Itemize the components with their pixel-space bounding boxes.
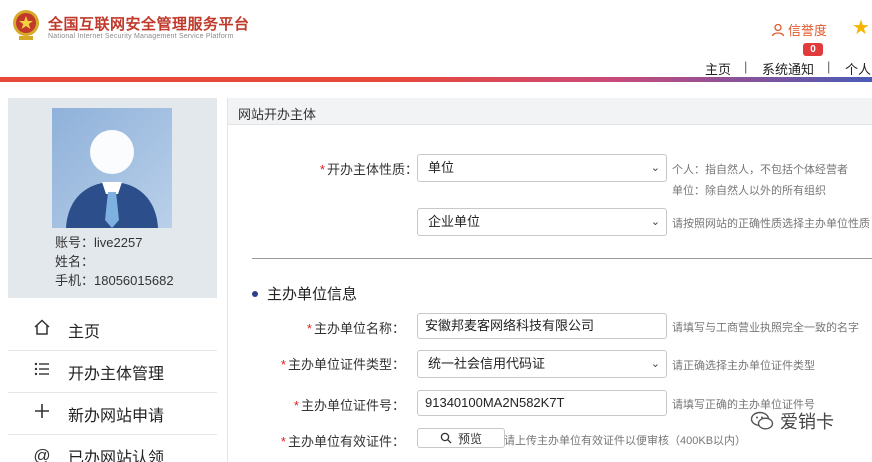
required-mark: * (280, 434, 286, 449)
org-name-label: * 主办单位名称： (306, 321, 405, 336)
nav-separator: | (744, 59, 748, 74)
sidebar-item-subject-management[interactable]: 开办主体管理 (8, 351, 217, 393)
nature-select[interactable]: 单位 ⌄ (417, 154, 667, 182)
phone-label: 手机： (55, 273, 95, 288)
credit-label: 信誉度 (788, 23, 828, 38)
profile-card: 账号：live2257 姓名： 手机：18056015682 (8, 98, 217, 298)
cert-no-label: * 主办单位证件号： (293, 398, 405, 413)
at-icon: @ (33, 445, 51, 462)
watermark: 爱销卡 (750, 408, 834, 434)
sidebar-item-label: 开办主体管理 (68, 365, 165, 383)
cert-valid-hint: 请上传主办单位有效证件以便审核（400KB以内） (504, 435, 747, 447)
nav-profile[interactable]: 个人中心 (845, 59, 872, 78)
nature-label: * 开办主体性质： (319, 162, 418, 177)
search-icon (440, 432, 452, 444)
nav-notifications[interactable]: 系统通知 (762, 59, 814, 78)
unit-type-select[interactable]: 企业单位 ⌄ (417, 208, 667, 236)
sidebar-item-label: 已办网站认领 (68, 449, 165, 462)
notification-count-badge: 0 (803, 43, 823, 56)
nav-separator: | (827, 59, 831, 74)
cert-type-select-value: 统一社会信用代码证 (428, 356, 546, 371)
name-row: 姓名： (55, 251, 94, 270)
account-row: 账号：live2257 (55, 232, 142, 251)
people-icon (771, 23, 785, 36)
sidebar-item-claim-website[interactable]: @ 已办网站认领 (8, 435, 217, 462)
cert-type-hint: 请正确选择主办单位证件类型 (672, 360, 815, 372)
preview-button[interactable]: 预览 (417, 428, 505, 448)
phone-row: 手机：18056015682 (55, 270, 174, 289)
name-label: 姓名： (55, 254, 95, 269)
sidebar-item-label: 主页 (68, 323, 101, 341)
nature-select-value: 单位 (428, 160, 455, 175)
cert-type-select[interactable]: 统一社会信用代码证 ⌄ (417, 350, 667, 378)
site-title[interactable]: 全国互联网安全管理服务平台 (48, 13, 250, 34)
account-value: live2257 (94, 235, 143, 250)
section-title: 主办单位信息 (252, 283, 357, 304)
unit-type-select-value: 企业单位 (428, 214, 481, 229)
panel-header: 网站开办主体 (228, 98, 872, 125)
nav-home[interactable]: 主页 (705, 59, 731, 78)
plus-icon (32, 402, 52, 425)
avatar (52, 108, 172, 228)
home-icon (32, 318, 52, 341)
org-name-input[interactable]: 安徽邦麦客网络科技有限公司 (417, 313, 667, 339)
required-mark: * (306, 321, 312, 336)
site-subtitle: National Internet Security Management Se… (48, 33, 234, 40)
preview-button-label: 预览 (457, 431, 482, 446)
header: 全国互联网安全管理服务平台 National Internet Security… (0, 0, 872, 78)
unit-type-hint: 请按照网站的正确性质选择主办单位性质 (672, 218, 870, 230)
list-icon (32, 360, 52, 383)
bullet-icon (252, 290, 258, 297)
police-emblem-icon[interactable] (10, 8, 42, 42)
wechat-icon (750, 411, 774, 430)
panel-title: 网站开办主体 (238, 107, 317, 122)
sidebar-item-label: 新办网站申请 (68, 407, 165, 425)
nature-hint-unit: 单位：除自然人以外的所有组织 (672, 185, 826, 197)
user-silhouette-icon (66, 130, 158, 228)
required-mark: * (293, 398, 299, 413)
required-mark: * (319, 162, 325, 177)
chevron-down-icon: ⌄ (650, 162, 660, 174)
chevron-down-icon: ⌄ (650, 358, 660, 370)
cert-type-label: * 主办单位证件类型： (280, 357, 405, 372)
nature-hint-individual: 个人：指自然人，不包括个体经营者 (672, 164, 848, 176)
phone-value: 18056015682 (94, 273, 174, 288)
cert-no-input[interactable]: 91340100MA2N582K7T (417, 390, 667, 416)
account-label: 账号： (55, 235, 95, 250)
watermark-text: 爱销卡 (780, 412, 834, 432)
header-color-bar (0, 77, 872, 82)
sidebar-item-home[interactable]: 主页 (8, 309, 217, 351)
chevron-down-icon: ⌄ (650, 216, 660, 228)
divider (252, 258, 872, 259)
sidebar-item-new-website[interactable]: 新办网站申请 (8, 393, 217, 435)
org-name-hint: 请填写与工商营业执照完全一致的名字 (672, 322, 859, 334)
credit-link[interactable]: 信誉度 (771, 20, 827, 39)
cert-valid-label: * 主办单位有效证件： (280, 434, 405, 449)
required-mark: * (280, 357, 286, 372)
star-icon[interactable]: ★ (852, 15, 870, 40)
